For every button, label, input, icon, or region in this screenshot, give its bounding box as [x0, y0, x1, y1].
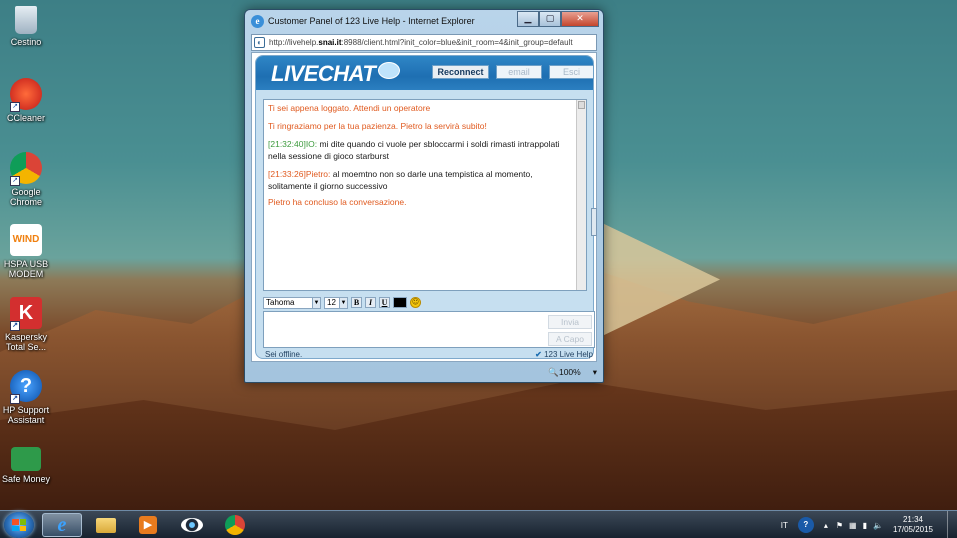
action-center-flag-icon[interactable]: ⚑	[836, 521, 843, 530]
brand-label: 123 Live Help	[544, 350, 593, 359]
volume-icon[interactable]: 🔈	[873, 521, 883, 530]
check-icon: ✔	[535, 350, 542, 359]
emoticon-icon[interactable]: ☺	[410, 297, 421, 308]
text-color-button[interactable]	[393, 297, 407, 308]
offline-status: Sei offline.	[265, 350, 303, 359]
desktop-icon-recycle-bin[interactable]: Cestino	[0, 6, 52, 47]
transcript-scrollbar[interactable]	[576, 100, 586, 290]
desktop-icon-chrome[interactable]: ↗ Google Chrome	[0, 152, 52, 207]
help-icon[interactable]: ?	[797, 517, 814, 533]
livechat-banner: LIVECHAT Reconnect email Esci	[256, 56, 594, 90]
folder-icon	[96, 517, 116, 533]
taskbar-chrome[interactable]	[215, 513, 255, 537]
minimize-button[interactable]: ▁	[517, 11, 539, 27]
taskbar-eye-app[interactable]	[172, 513, 212, 537]
clock[interactable]: 21:34 17/05/2015	[893, 515, 933, 535]
desktop-icon-ccleaner[interactable]: ↗ CCleaner	[0, 78, 52, 123]
windows-logo-icon	[12, 519, 26, 531]
chat-bubble-icon	[378, 62, 400, 79]
kaspersky-icon: K ↗	[10, 297, 42, 331]
chevron-up-icon[interactable]: ▴	[824, 521, 828, 530]
send-button[interactable]: Invia	[548, 315, 592, 329]
desktop-icon-safe-money[interactable]: Safe Money	[0, 447, 52, 484]
desktop-icon-kaspersky[interactable]: K ↗ Kaspersky Total Se...	[0, 297, 52, 352]
chevron-down-icon[interactable]: ▾	[593, 367, 597, 378]
bold-button[interactable]: B	[351, 297, 362, 308]
desktop-icon-wind-modem[interactable]: WIND HSPA USB MODEM	[0, 224, 52, 279]
taskbar-explorer[interactable]	[86, 513, 126, 537]
chrome-icon	[225, 515, 245, 535]
taskbar: e ▶ IT ? ▴ ⚑ ▦ ▮ 🔈 21:34 17/05/2015	[0, 510, 957, 538]
system-message: Ti sei appena loggato. Attendi un operat…	[268, 103, 431, 113]
show-desktop-button[interactable]	[947, 511, 957, 538]
resize-handle[interactable]	[591, 208, 597, 236]
zoom-control[interactable]: 🔍100% ▾	[548, 367, 597, 378]
taskbar-media-player[interactable]: ▶	[128, 513, 168, 537]
font-size-select[interactable]: 12 ▼	[324, 296, 348, 309]
system-message: Ti ringraziamo per la tua pazienza. Piet…	[268, 121, 487, 131]
chat-transcript[interactable]: Ti sei appena loggato. Attendi un operat…	[263, 99, 587, 291]
battery-icon[interactable]: ▮	[863, 521, 867, 530]
language-indicator[interactable]: IT	[781, 521, 788, 530]
network-icon[interactable]: ▦	[849, 521, 857, 530]
status-bar: Sei offline. ✔ 123 Live Help	[265, 350, 593, 360]
chat-message: [21:33:26]Pietro: al moemtno non so darl…	[268, 169, 533, 191]
reconnect-button[interactable]: Reconnect	[432, 65, 489, 79]
ccleaner-icon: ↗	[10, 78, 42, 112]
system-message: Pietro ha concluso la conversazione.	[268, 197, 407, 207]
help-icon: ? ↗	[10, 370, 42, 404]
chrome-icon: ↗	[10, 152, 42, 186]
close-button[interactable]: ✕	[561, 11, 599, 27]
start-button[interactable]	[4, 512, 34, 538]
ie-window[interactable]: e Customer Panel of 123 Live Help - Inte…	[244, 9, 604, 383]
taskbar-internet-explorer[interactable]: e	[42, 513, 82, 537]
page-content: LIVECHAT Reconnect email Esci Ti sei app…	[251, 52, 597, 362]
livechat-panel: LIVECHAT Reconnect email Esci Ti sei app…	[255, 55, 595, 360]
zoom-icon: 🔍	[548, 367, 559, 377]
maximize-button[interactable]: ▢	[539, 11, 561, 27]
format-toolbar: Tahoma ▼ 12 ▼ B I U ☺	[263, 296, 421, 309]
italic-button[interactable]: I	[365, 297, 376, 308]
exit-button[interactable]: Esci	[549, 65, 594, 79]
safe-money-icon	[11, 447, 41, 471]
desktop-icon-hp-support[interactable]: ? ↗ HP Support Assistant	[0, 370, 52, 425]
internet-explorer-icon: e	[57, 513, 67, 536]
system-tray: IT ? ▴ ⚑ ▦ ▮ 🔈 21:34 17/05/2015	[781, 511, 957, 538]
email-button[interactable]: email	[496, 65, 542, 79]
address-bar[interactable]: ◐ http://livehelp. snai.it:8988/client.ht…	[251, 34, 597, 51]
message-input[interactable]: Invia A Capo	[263, 311, 595, 348]
page-icon: ◐	[254, 37, 265, 48]
recycle-bin-icon	[15, 6, 37, 34]
internet-explorer-icon: e	[251, 14, 264, 28]
font-family-select[interactable]: Tahoma ▼	[263, 296, 321, 309]
newline-button[interactable]: A Capo	[548, 332, 592, 346]
livechat-logo: LIVECHAT	[271, 61, 376, 86]
chat-message: [21:32:40]IO: mi dite quando ci vuole pe…	[268, 139, 560, 161]
eye-icon	[181, 518, 203, 532]
wind-modem-icon: WIND	[10, 224, 42, 256]
window-title: Customer Panel of 123 Live Help - Intern…	[268, 16, 475, 26]
underline-button[interactable]: U	[379, 297, 390, 308]
media-player-icon: ▶	[139, 516, 157, 534]
